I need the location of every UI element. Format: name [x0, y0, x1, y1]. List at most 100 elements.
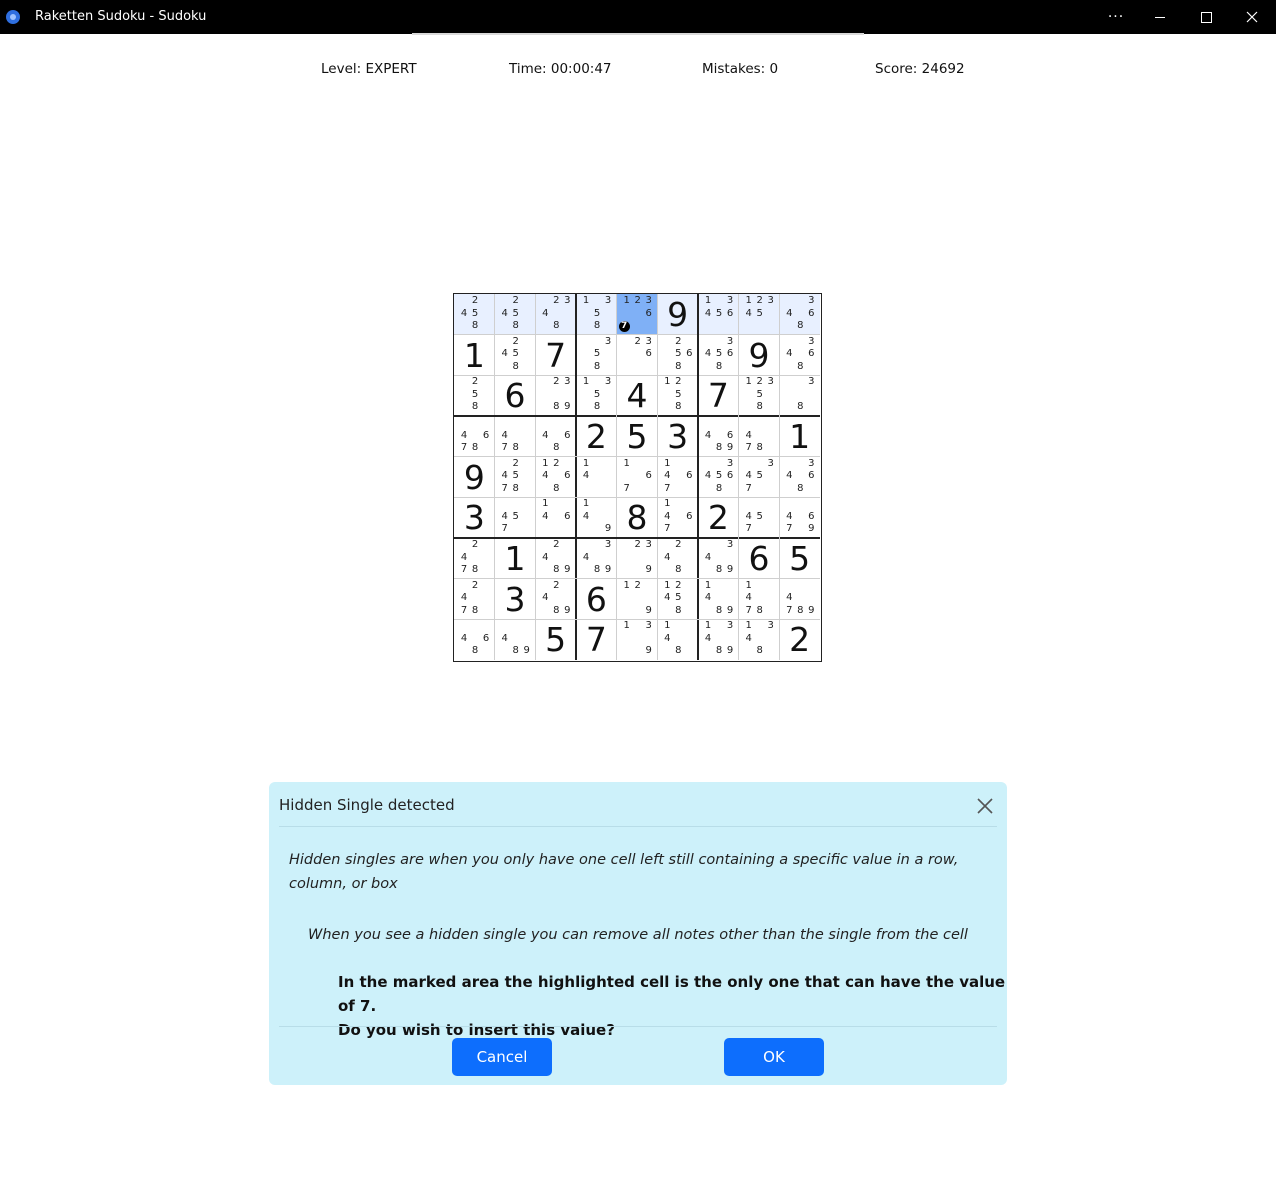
sudoku-cell[interactable]: 3 4 68 [779, 294, 820, 335]
sudoku-cell[interactable]: 14 6 7 [657, 497, 698, 538]
sudoku-cell[interactable]: 7 [535, 335, 576, 376]
sudoku-cell[interactable]: 7 [576, 619, 617, 660]
sudoku-cell[interactable]: 2489 [535, 538, 576, 579]
sudoku-cell[interactable]: 1478 [739, 579, 780, 620]
sudoku-cell[interactable]: 358 [576, 335, 617, 376]
cell-note: 6 [686, 348, 693, 360]
sudoku-cell[interactable]: 12 9 [617, 579, 658, 620]
sudoku-cell[interactable]: 14 9 [576, 497, 617, 538]
sudoku-cell[interactable]: 23 89 [535, 375, 576, 416]
sudoku-cell[interactable]: 1258 [657, 375, 698, 416]
sudoku-cell[interactable]: 4 [617, 375, 658, 416]
sudoku-cell[interactable]: 123 45 [738, 294, 780, 335]
cell-note: 8 [797, 360, 804, 372]
cell-note: 2 [675, 579, 682, 591]
sudoku-cell[interactable]: 1 3 456 [698, 294, 739, 335]
sudoku-cell[interactable]: 1 358 [576, 375, 617, 416]
sudoku-cell[interactable]: 1 3 48 [739, 619, 780, 660]
close-window-button[interactable] [1229, 0, 1275, 34]
sudoku-cell[interactable]: 3 489 [576, 538, 617, 579]
sudoku-cell[interactable]: 1 [779, 416, 820, 457]
sudoku-cell[interactable]: 3 457 [739, 457, 780, 498]
cell-value: 3 [504, 579, 526, 619]
sudoku-cell[interactable]: 2458 [494, 294, 536, 335]
cell-value: 3 [463, 498, 485, 538]
sudoku-cell[interactable]: 2478 [454, 579, 495, 620]
sudoku-cell[interactable]: 457 [495, 497, 536, 538]
cell-note: 6 [808, 470, 815, 482]
sudoku-cell[interactable]: 236 [617, 335, 658, 376]
sudoku-cell[interactable]: 5 [617, 416, 658, 457]
sudoku-cell[interactable]: 6 [739, 538, 780, 579]
more-options-button[interactable]: ··· [1093, 0, 1139, 34]
sudoku-cell[interactable]: 14 6 [535, 497, 576, 538]
sudoku-cell[interactable]: 4 6 7 9 [779, 497, 820, 538]
sudoku-cell[interactable]: 4 689 [698, 416, 739, 457]
sudoku-cell[interactable]: 6 [495, 375, 536, 416]
sudoku-cell[interactable]: 4 68 [454, 619, 495, 660]
sudoku-cell[interactable]: 3 [454, 497, 495, 538]
sudoku-cell[interactable]: 2 [779, 619, 820, 660]
cell-value: 1 [789, 417, 811, 456]
sudoku-cell[interactable]: 1 [495, 538, 536, 579]
sudoku-cell[interactable]: 2568 [657, 335, 698, 376]
sudoku-cell[interactable]: 489 [495, 619, 536, 660]
sudoku-cell[interactable]: 478 [495, 416, 536, 457]
cell-note: 4 [704, 632, 712, 644]
sudoku-cell[interactable]: 9 [657, 294, 698, 335]
sudoku-cell[interactable]: 12358 [739, 375, 780, 416]
sudoku-cell[interactable]: 7 [698, 375, 739, 416]
maximize-button[interactable] [1183, 0, 1229, 34]
minimize-button[interactable] [1137, 0, 1183, 34]
sudoku-cell[interactable]: 14 6 7 [657, 457, 698, 498]
sudoku-cell[interactable]: 2 [576, 416, 617, 457]
sudoku-cell[interactable]: 2 [698, 497, 739, 538]
sudoku-cell[interactable]: 1236 7 [616, 294, 658, 335]
ok-button[interactable]: OK [724, 1038, 824, 1076]
sudoku-cell[interactable]: 38 [779, 375, 820, 416]
sudoku-cell[interactable]: 4 6 78 [454, 416, 495, 457]
sudoku-cell[interactable]: 1 [454, 335, 495, 376]
sudoku-cell[interactable]: 14 [576, 457, 617, 498]
sudoku-cell[interactable]: 4789 [779, 579, 820, 620]
sudoku-cell[interactable]: 1 3 489 [698, 619, 739, 660]
sudoku-cell[interactable]: 1489 [698, 579, 739, 620]
sudoku-cell[interactable]: 2458 [454, 294, 495, 335]
sudoku-cell[interactable]: 3 4568 [698, 457, 739, 498]
sudoku-cell[interactable]: 248 [657, 538, 698, 579]
sudoku-cell[interactable]: 148 [657, 619, 698, 660]
cancel-button[interactable]: Cancel [452, 1038, 552, 1076]
sudoku-cell[interactable]: 4 68 [535, 416, 576, 457]
sudoku-cell[interactable]: 1 6 7 [617, 457, 658, 498]
cell-value: 7 [545, 335, 567, 375]
sudoku-cell[interactable]: 9 [739, 335, 780, 376]
sudoku-cell[interactable]: 12458 [657, 579, 698, 620]
sudoku-cell[interactable]: 2458 [495, 335, 536, 376]
sudoku-cell[interactable]: 3 489 [698, 538, 739, 579]
sudoku-cell[interactable]: 9 [454, 457, 495, 498]
sudoku-cell[interactable]: 5 [535, 619, 576, 660]
sudoku-cell[interactable]: 1 3 9 [617, 619, 658, 660]
sudoku-cell[interactable]: 3 4 68 [779, 457, 820, 498]
cell-value: 6 [585, 579, 607, 619]
sudoku-cell[interactable]: 2489 [535, 579, 576, 620]
sudoku-cell[interactable]: 2478 [454, 538, 495, 579]
sudoku-cell[interactable]: 478 [739, 416, 780, 457]
sudoku-cell[interactable]: 23 48 [535, 294, 576, 335]
sudoku-cell[interactable]: 457 [739, 497, 780, 538]
sudoku-cell[interactable]: 6 [576, 579, 617, 620]
sudoku-cell[interactable]: 3 4 68 [779, 335, 820, 376]
sudoku-cell[interactable]: 3 [657, 416, 698, 457]
sudoku-cell[interactable]: 124 68 [535, 457, 576, 498]
sudoku-cell[interactable]: 3 [495, 579, 536, 620]
sudoku-cell[interactable]: 1 358 [576, 294, 617, 335]
sudoku-cell[interactable]: 258 [454, 375, 495, 416]
cell-value: 6 [504, 376, 526, 416]
cell-note: 7 [501, 523, 508, 535]
sudoku-cell[interactable]: 24578 [495, 457, 536, 498]
sudoku-cell[interactable]: 8 [617, 497, 658, 538]
sudoku-cell[interactable]: 5 [779, 538, 820, 579]
dialog-close-button[interactable] [973, 794, 997, 818]
sudoku-cell[interactable]: 3 4568 [698, 335, 739, 376]
sudoku-cell[interactable]: 23 9 [617, 538, 658, 579]
